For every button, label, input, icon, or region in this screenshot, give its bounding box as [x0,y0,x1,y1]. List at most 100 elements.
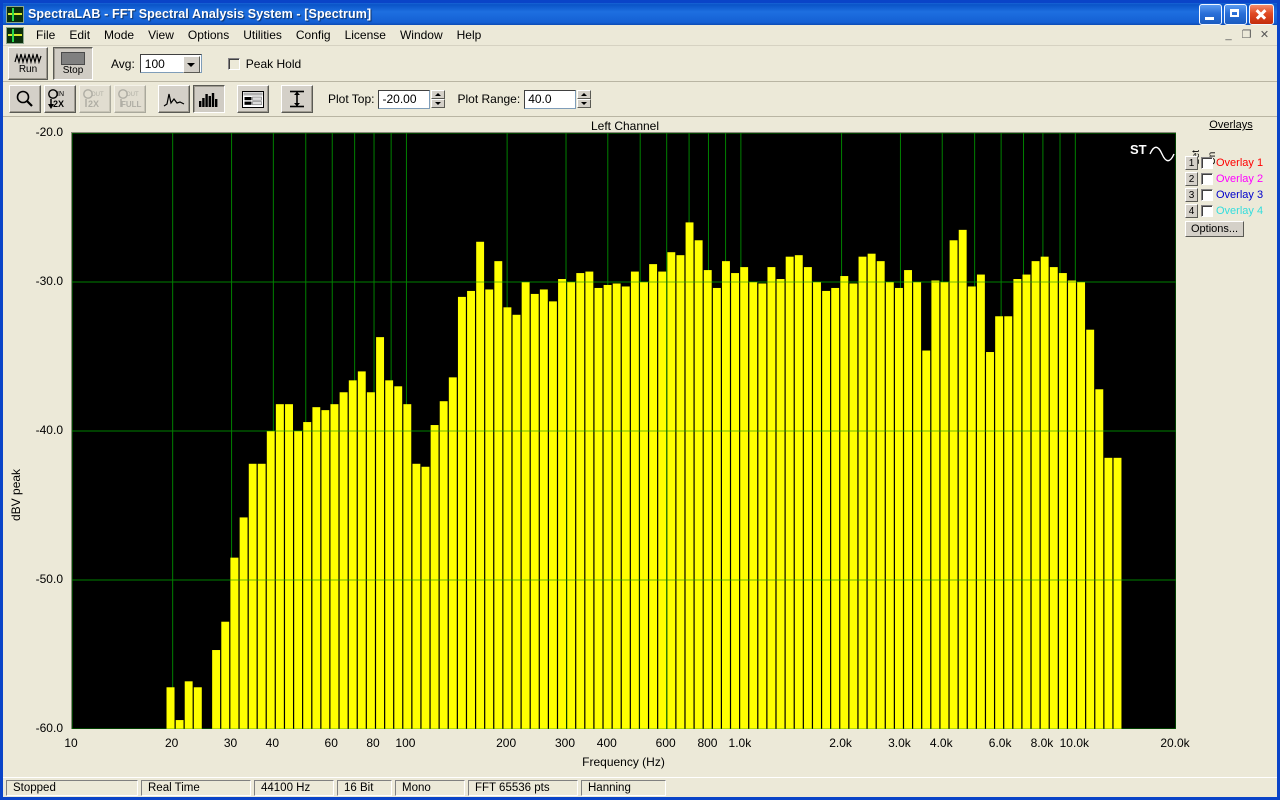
x-tick-label: 80 [366,736,380,750]
overlay-on-checkbox[interactable] [1201,157,1213,169]
mdi-restore-icon: ❐ [1241,28,1252,41]
mdi-window-controls: _ ❐ ✕ [1220,28,1277,43]
data-table-icon[interactable] [237,85,269,113]
svg-text:OUT: OUT [126,92,139,98]
line-plot-icon[interactable] [158,85,190,113]
overlay-set-button[interactable]: 4 [1185,204,1198,218]
plot-top-spinner[interactable] [431,90,446,108]
overlays-rows: 1 Overlay 1 2 Overlay 2 3 Overlay 3 4 Overlay 4 [1185,155,1263,219]
avg-select[interactable]: 100 [139,54,202,73]
mdi-minimize-icon: _ [1225,28,1232,41]
svg-text:FULL: FULL [121,100,142,109]
x-tick-label: 100 [395,736,416,750]
overlay-label: Overlay 3 [1216,189,1264,201]
y-tick-label: -30.0 [35,274,63,288]
overlay-on-checkbox[interactable] [1201,173,1213,185]
x-tick-label: 40 [265,736,280,750]
peak-hold-control[interactable]: Peak Hold [227,56,302,71]
menu-item-license[interactable]: License [338,26,393,44]
mdi-close-button[interactable]: ✕ [1256,28,1273,43]
overlay-on-checkbox[interactable] [1201,205,1213,217]
y-tick-label: -40.0 [35,423,63,437]
stop-square-icon [61,51,85,65]
title-bar: SpectraLAB - FFT Spectral Analysis Syste… [3,3,1277,25]
x-tick-label: 10.0k [1059,736,1089,750]
zoom-magnifier-icon[interactable] [9,85,41,113]
status-channels: Mono [395,779,465,796]
run-button[interactable]: Run [8,47,48,80]
menu-item-help[interactable]: Help [450,26,489,44]
overlay-row: 2 Overlay 2 [1185,171,1263,187]
peak-hold-label: Peak Hold [245,56,302,71]
chart-title: Left Channel [590,119,660,133]
zoom-out-full-icon[interactable]: OUT FULL [114,85,146,113]
menu-item-edit[interactable]: Edit [62,26,97,44]
spectrum-canvas[interactable] [72,133,1176,729]
x-tick-label: 60 [324,736,338,750]
overlay-set-button[interactable]: 1 [1185,156,1198,170]
st-marker-label: ST [1130,142,1147,157]
waveform-icon [14,52,42,64]
overlay-label: Overlay 4 [1216,205,1264,217]
avg-label: Avg: [111,56,135,71]
minimize-button[interactable] [1199,3,1222,25]
plot-range-spin-up[interactable] [577,90,592,99]
plot-top-input[interactable]: -20.00 [378,89,431,109]
spectrum-plot[interactable]: ST [71,132,1176,729]
overlays-options-button[interactable]: Options... [1185,221,1245,237]
status-fftsize: FFT 65536 pts [468,779,578,796]
peak-hold-checkbox[interactable] [227,57,240,70]
menu-item-config[interactable]: Config [289,26,338,44]
run-button-label: Run [18,64,38,75]
document-icon [6,26,24,44]
status-bar: Stopped Real Time 44100 Hz 16 Bit Mono FFT 65… [3,777,1277,797]
scale-icon[interactable] [281,85,313,113]
plot-range-input[interactable]: 40.0 [524,89,577,109]
mdi-restore-button[interactable]: ❐ [1238,28,1255,43]
x-tick-label: 6.0k [988,736,1012,750]
plot-top-spin-down[interactable] [431,99,446,108]
sine-wave-icon[interactable] [1149,145,1175,163]
maximize-button[interactable] [1224,3,1247,25]
plot-range-spinner[interactable] [577,90,592,108]
application-window: SpectraLAB - FFT Spectral Analysis Syste… [0,0,1280,800]
overlay-row: 4 Overlay 4 [1185,203,1263,219]
stop-button[interactable]: Stop [53,47,93,80]
overlay-set-button[interactable]: 3 [1185,188,1198,202]
y-tick-label: -50.0 [35,572,63,586]
x-tick-label: 300 [554,736,576,750]
x-tick-label: 20.0k [1160,736,1190,750]
x-tick-label: 20 [164,736,179,750]
status-mode: Real Time [141,779,251,796]
x-tick-label: 1.0k [728,736,752,750]
x-tick-label: 3.0k [888,736,911,750]
x-tick-label: 30 [223,736,238,750]
x-tick-label: 4.0k [929,736,953,750]
menu-item-file[interactable]: File [29,26,62,44]
menu-item-utilities[interactable]: Utilities [236,26,289,44]
plot-range-spin-down[interactable] [577,99,592,108]
bar-plot-icon[interactable] [193,85,225,113]
overlay-row: 3 Overlay 3 [1185,187,1263,203]
overlay-set-button[interactable]: 2 [1185,172,1198,186]
svg-text:OUT: OUT [91,92,104,98]
overlay-on-checkbox[interactable] [1201,189,1213,201]
x-tick-label: 8.0k [1030,736,1054,750]
toolbar-primary: Run Stop Avg: 100 Peak Hold [3,46,1277,82]
y-tick-label: -60.0 [35,721,63,735]
plot-range-label: Plot Range: [457,92,521,106]
status-samplerate: 44100 Hz [254,779,334,796]
plot-top-spin-up[interactable] [431,90,446,99]
menu-item-window[interactable]: Window [393,26,450,44]
menu-item-options[interactable]: Options [181,26,236,44]
close-button[interactable] [1249,3,1274,25]
mdi-minimize-button[interactable]: _ [1220,28,1237,43]
menu-item-view[interactable]: View [141,26,181,44]
status-window: Hanning [581,779,666,796]
chevron-down-icon[interactable] [182,56,200,73]
zoom-out-2x-icon[interactable]: OUT 2X [79,85,111,113]
zoom-in-2x-icon[interactable]: IN 2X [44,85,76,113]
menu-item-mode[interactable]: Mode [97,26,141,44]
svg-text:2X: 2X [53,99,64,109]
y-axis-ticks: -20.0 -30.0 -40.0 -50.0 -60.0 [7,117,63,780]
